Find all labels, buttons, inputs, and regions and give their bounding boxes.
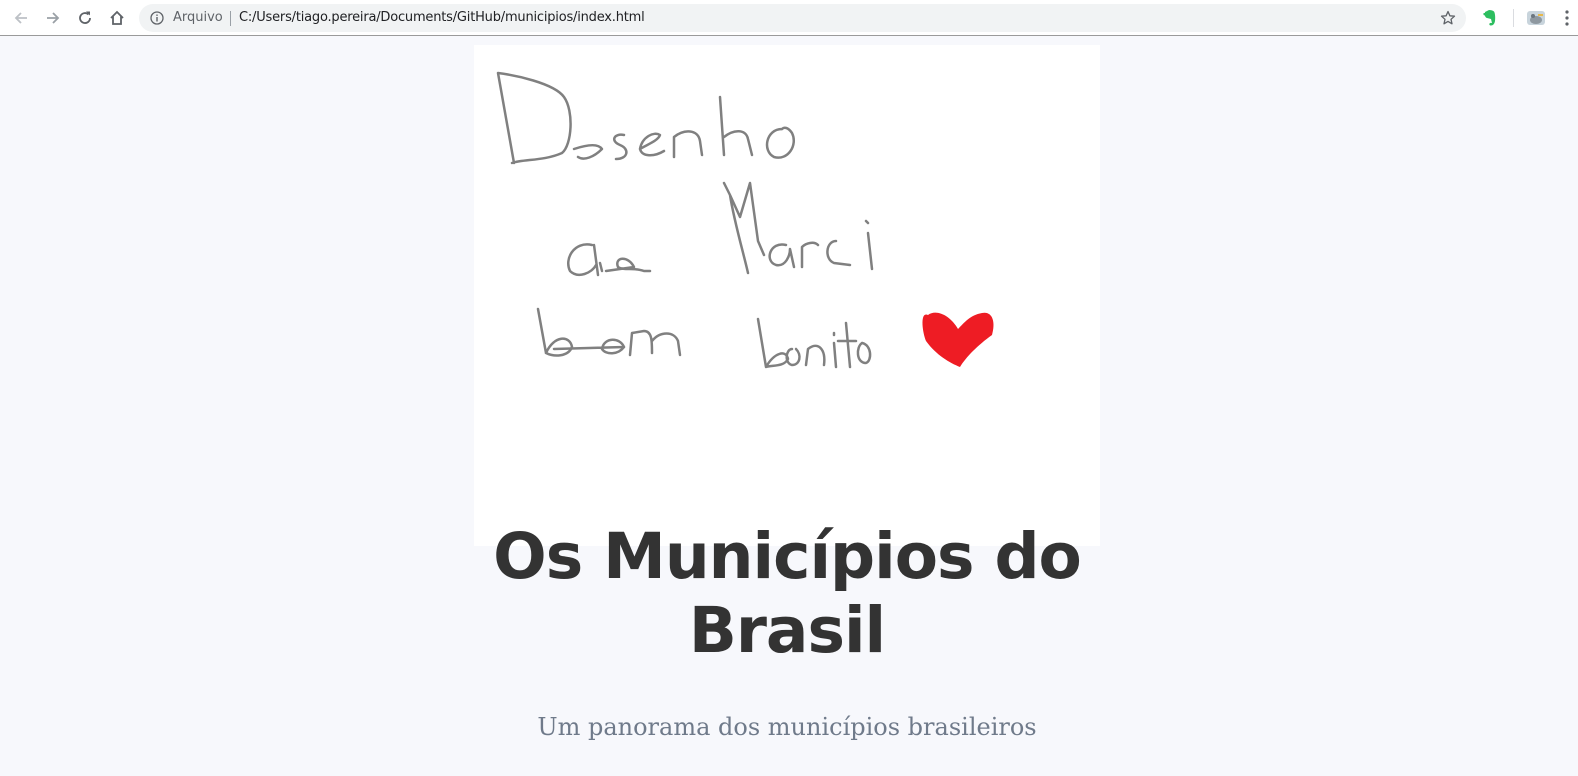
scheme-label: Arquivo bbox=[173, 10, 223, 25]
page-subtitle: Um panorama dos municípios brasileiros bbox=[537, 713, 1037, 741]
info-icon[interactable] bbox=[150, 11, 164, 25]
home-button[interactable] bbox=[105, 6, 129, 30]
star-icon[interactable] bbox=[1440, 10, 1456, 26]
omnibox-divider bbox=[230, 11, 231, 26]
handwritten-drawing bbox=[496, 71, 994, 369]
back-button[interactable] bbox=[9, 6, 33, 30]
back-arrow-icon bbox=[14, 12, 27, 24]
toolbar-separator bbox=[1513, 9, 1514, 27]
home-icon bbox=[110, 10, 124, 25]
forward-button[interactable] bbox=[41, 6, 65, 30]
evernote-icon[interactable] bbox=[1480, 8, 1500, 28]
drawing-canvas bbox=[474, 45, 1100, 546]
reload-icon bbox=[79, 11, 91, 24]
heart-shape bbox=[922, 312, 994, 367]
page-title: Os Municípios do Brasil bbox=[493, 520, 1082, 667]
browser-toolbar: Arquivo C:/Users/tiago.pereira/Documents… bbox=[0, 0, 1578, 36]
url-text[interactable]: C:/Users/tiago.pereira/Documents/GitHub/… bbox=[239, 10, 645, 26]
profile-avatar-icon[interactable] bbox=[1526, 8, 1546, 28]
reload-button[interactable] bbox=[73, 6, 97, 30]
address-bar[interactable]: Arquivo C:/Users/tiago.pereira/Documents… bbox=[139, 4, 1466, 32]
menu-more-icon[interactable] bbox=[1563, 8, 1571, 28]
forward-arrow-icon bbox=[47, 12, 60, 24]
